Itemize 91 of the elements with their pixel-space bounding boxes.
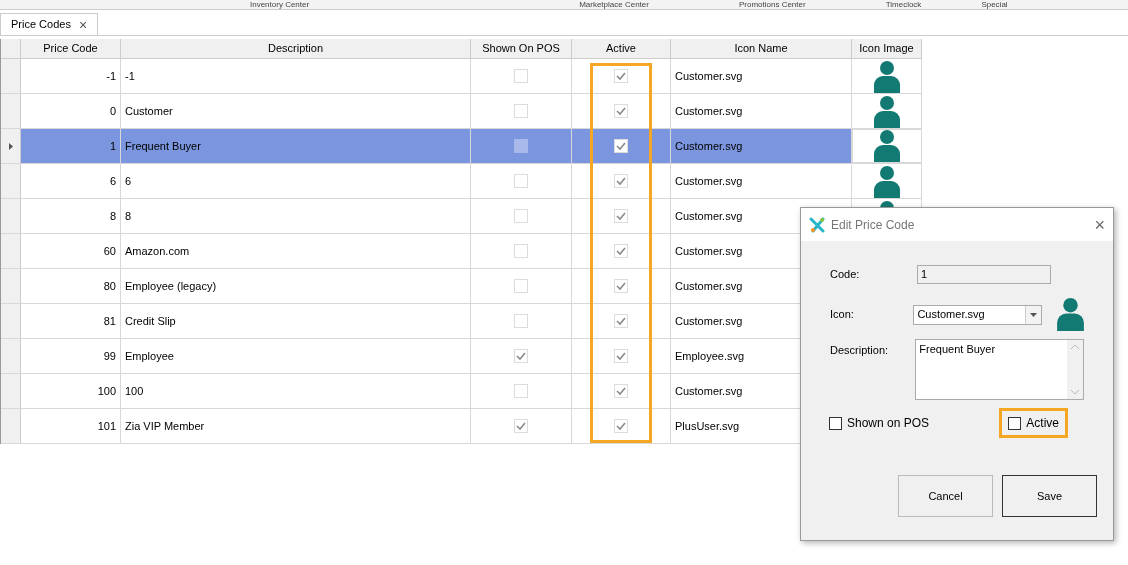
window-title: Edit Price Code: [831, 216, 915, 234]
checkbox[interactable]: [514, 384, 528, 398]
table-cell-text: 81: [103, 313, 116, 329]
checkbox[interactable]: [614, 174, 628, 188]
checkbox[interactable]: [614, 244, 628, 258]
checkbox[interactable]: [614, 104, 628, 118]
checkbox[interactable]: [514, 279, 528, 293]
column-header[interactable]: Price Code: [21, 39, 121, 58]
table-row[interactable]: 1 Frequent Buyer Customer.svg: [1, 129, 922, 164]
checkbox[interactable]: [514, 244, 528, 258]
menu-item[interactable]: Timeclock: [885, 0, 922, 9]
table-cell-text: 60: [103, 243, 116, 259]
menu-item[interactable]: Inventory Center: [250, 0, 310, 9]
checkbox[interactable]: [614, 69, 628, 83]
tab-label: Price Codes: [11, 17, 71, 33]
table-row[interactable]: 6 6 Customer.svg: [1, 164, 922, 199]
checkbox[interactable]: [614, 139, 628, 153]
person-icon: [1057, 298, 1084, 331]
table-row[interactable]: 0 Customer Customer.svg: [1, 94, 922, 129]
caret-icon: [1030, 312, 1037, 317]
table-row[interactable]: -1 -1 Customer.svg: [1, 59, 922, 94]
table-cell-text: Customer.svg: [675, 243, 743, 259]
checkbox[interactable]: [514, 69, 528, 83]
column-header[interactable]: Icon Image: [852, 39, 922, 58]
table-cell-text: 0: [109, 103, 116, 119]
table-cell-text: PlusUser.svg: [675, 418, 740, 434]
table-cell-text: Frequent Buyer: [125, 138, 201, 154]
checkbox[interactable]: [614, 419, 628, 433]
save-button[interactable]: Save: [1002, 475, 1097, 517]
table-cell-text: 80: [103, 278, 116, 294]
menu-item[interactable]: Special: [981, 0, 1008, 9]
dropdown[interactable]: Customer.svg: [913, 304, 1042, 325]
table-cell-text: Customer.svg: [675, 278, 743, 294]
table-cell-text: 101: [97, 418, 116, 434]
person-icon: [874, 130, 900, 162]
checkbox[interactable]: [614, 209, 628, 223]
column-header[interactable]: Description: [121, 39, 471, 58]
menu-item[interactable]: Marketplace Center: [579, 0, 649, 9]
table-cell-text: 99: [103, 348, 116, 364]
checkbox[interactable]: [514, 209, 528, 223]
table-cell-text: Customer.svg: [675, 173, 743, 189]
table-cell-text: Customer.svg: [675, 313, 743, 329]
table-cell-text: Customer.svg: [675, 103, 743, 119]
table-cell-text: 6: [125, 173, 132, 189]
table-cell-text: Credit Slip: [125, 313, 176, 329]
app-logo-icon: [809, 216, 825, 233]
table-cell-text: 6: [109, 173, 116, 189]
checkbox[interactable]: [514, 104, 528, 118]
field-label: Code:: [830, 267, 861, 283]
table-cell-text: Customer.svg: [675, 138, 743, 154]
checkbox[interactable]: [514, 349, 528, 363]
checkbox[interactable]: [514, 174, 528, 188]
checkbox[interactable]: [614, 349, 628, 363]
table-cell-text: Zia VIP Member: [125, 418, 205, 434]
field-label: Icon:: [830, 307, 855, 323]
table-cell-text: Amazon.com: [125, 243, 190, 259]
checkbox[interactable]: [614, 384, 628, 398]
table-cell-text: Customer: [125, 103, 173, 119]
field-label: Description:: [830, 343, 890, 358]
row-pointer-icon: [8, 142, 13, 150]
table-cell-text: 8: [109, 208, 116, 224]
column-header[interactable]: Icon Name: [671, 39, 852, 58]
table-cell-text: 8: [125, 208, 132, 224]
person-icon: [873, 166, 900, 198]
close-icon[interactable]: ×: [78, 17, 88, 32]
close-button[interactable]: ×: [1094, 215, 1105, 234]
person-icon: [873, 96, 900, 128]
checkbox[interactable]: [514, 419, 528, 433]
table-cell-text: Employee.svg: [675, 348, 745, 364]
tab[interactable]: Price Codes ×: [0, 13, 99, 35]
table-cell-text: -1: [125, 68, 135, 84]
checkbox[interactable]: [514, 314, 528, 328]
column-header[interactable]: Active: [572, 39, 671, 58]
table-cell-text: Customer.svg: [675, 383, 743, 399]
checkbox[interactable]: [514, 139, 528, 153]
table-cell-text: Customer.svg: [675, 68, 743, 84]
checkbox[interactable]: Active: [1008, 414, 1059, 432]
input-field[interactable]: 1: [917, 265, 1051, 284]
table-cell-text: Employee: [125, 348, 174, 364]
cancel-button[interactable]: Cancel: [898, 475, 993, 517]
table-cell-text: Customer.svg: [675, 208, 743, 224]
table-cell-text: 100: [125, 383, 144, 399]
checkbox[interactable]: [614, 279, 628, 293]
table-cell-text: 1: [109, 138, 116, 154]
table-cell-text: 100: [97, 383, 116, 399]
column-header[interactable]: Shown On POS: [471, 39, 572, 58]
person-icon: [873, 61, 900, 93]
menu-item[interactable]: Promotions Center: [738, 0, 806, 9]
checkbox[interactable]: [614, 314, 628, 328]
table-cell-text: Employee (legacy): [125, 278, 217, 294]
table-cell-text: -1: [106, 68, 116, 84]
